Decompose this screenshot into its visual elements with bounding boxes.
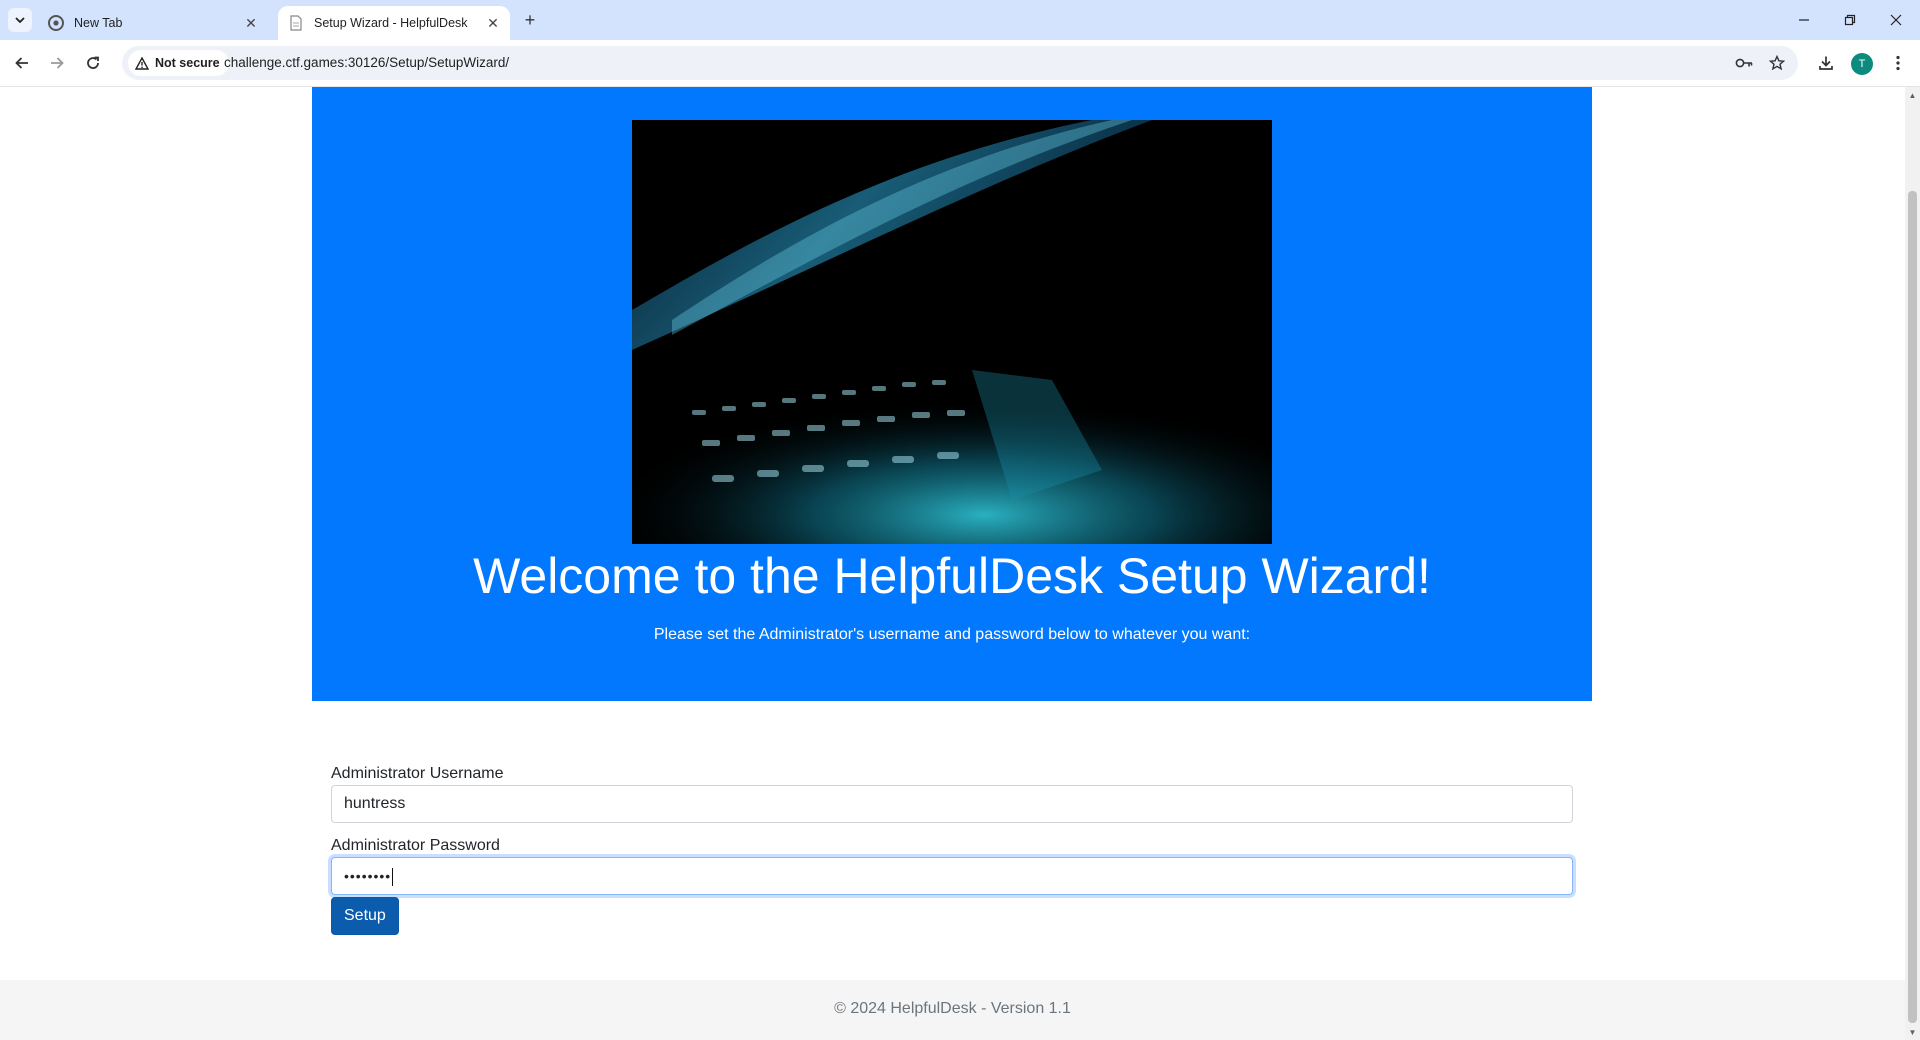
plus-icon[interactable]: + — [520, 10, 540, 30]
password-label: Administrator Password — [331, 837, 500, 854]
page-subtitle: Please set the Administrator's username … — [653, 626, 1251, 643]
tab-title: Setup Wizard - HelpfulDesk — [314, 16, 468, 30]
page-icon — [288, 15, 304, 31]
tab-setup-wizard[interactable]: Setup Wizard - HelpfulDesk ✕ — [278, 6, 510, 40]
browser-toolbar: Not secure challenge.ctf.games:30126/Set… — [0, 40, 1920, 87]
tab-list-icon — [15, 17, 25, 24]
minimize-icon[interactable] — [1789, 8, 1819, 32]
laptop-keyboard-image — [632, 120, 1272, 544]
page-viewport: Welcome to the HelpfulDesk Setup Wizard!… — [0, 87, 1905, 1040]
chrome-icon — [48, 15, 64, 31]
setup-button[interactable]: Setup — [331, 897, 399, 935]
back-icon[interactable] — [10, 51, 34, 75]
security-label: Not secure — [155, 56, 220, 70]
tab-list-button[interactable] — [8, 8, 32, 32]
footer-text: © 2024 HelpfulDesk - Version 1.1 — [834, 1000, 1071, 1017]
close-icon[interactable]: ✕ — [242, 14, 260, 32]
password-field[interactable]: •••••••• — [331, 857, 1573, 895]
tab-title: New Tab — [74, 16, 123, 30]
reload-icon[interactable] — [81, 51, 105, 75]
key-icon[interactable] — [1734, 53, 1754, 73]
profile-avatar[interactable]: T — [1851, 53, 1873, 75]
star-icon[interactable] — [1767, 53, 1787, 73]
tab-new-tab[interactable]: New Tab ✕ — [38, 6, 268, 40]
tab-strip: New Tab ✕ Setup Wizard - HelpfulDesk ✕ + — [0, 0, 1920, 40]
username-value: huntress — [344, 795, 406, 812]
username-label: Administrator Username — [331, 765, 504, 782]
url-text[interactable]: challenge.ctf.games:30126/Setup/SetupWiz… — [224, 55, 509, 70]
download-icon[interactable] — [1814, 51, 1838, 75]
scroll-up-arrow-icon[interactable]: ▲ — [1905, 87, 1920, 103]
menu-icon[interactable] — [1886, 51, 1910, 75]
scroll-down-arrow-icon[interactable]: ▼ — [1905, 1024, 1920, 1040]
username-field[interactable]: huntress — [331, 785, 1573, 823]
vertical-scrollbar[interactable]: ▲ ▼ — [1905, 87, 1920, 1040]
hero-banner: Welcome to the HelpfulDesk Setup Wizard!… — [312, 87, 1592, 701]
scroll-thumb[interactable] — [1908, 191, 1917, 1023]
password-value: •••••••• — [344, 868, 392, 884]
restore-icon[interactable] — [1835, 8, 1865, 32]
address-bar[interactable]: Not secure challenge.ctf.games:30126/Set… — [122, 46, 1798, 80]
security-chip[interactable]: Not secure — [128, 50, 229, 76]
forward-icon[interactable] — [45, 51, 69, 75]
footer: © 2024 HelpfulDesk - Version 1.1 — [0, 980, 1905, 1040]
setup-form: Administrator Username huntress Administ… — [331, 763, 1573, 935]
warning-icon — [135, 56, 149, 70]
text-caret — [392, 867, 394, 886]
close-icon[interactable]: ✕ — [484, 14, 502, 32]
page-title: Welcome to the HelpfulDesk Setup Wizard! — [473, 548, 1431, 604]
window-close-icon[interactable] — [1881, 8, 1911, 32]
